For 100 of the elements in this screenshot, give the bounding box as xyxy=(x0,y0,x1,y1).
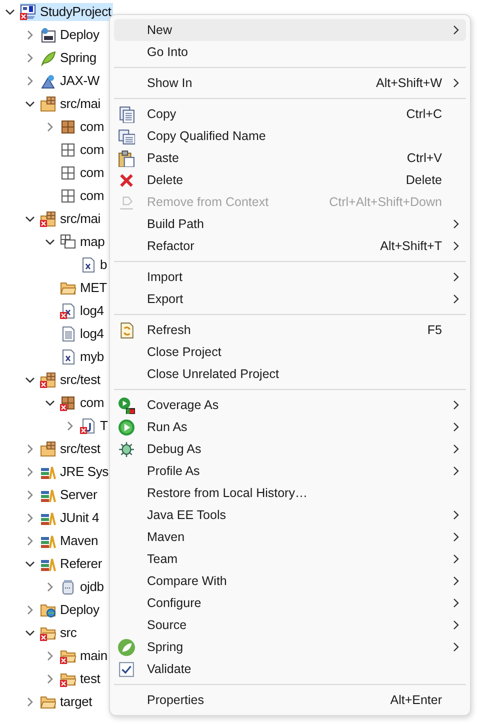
menu-item[interactable]: Configure xyxy=(114,592,466,614)
package-icon xyxy=(60,188,76,204)
tree-item-label[interactable]: log4 xyxy=(80,326,104,341)
tree-item-label[interactable]: T xyxy=(100,418,108,433)
tree-item-label[interactable]: map xyxy=(80,234,105,249)
collapse-chevron-icon[interactable] xyxy=(45,236,55,246)
collapse-chevron-icon[interactable] xyxy=(25,98,35,108)
expand-chevron-icon[interactable] xyxy=(25,444,35,454)
tree-item-label[interactable]: log4 xyxy=(80,303,104,318)
coverage-icon xyxy=(118,396,135,414)
expand-chevron-icon[interactable] xyxy=(65,420,75,430)
shortcut-label: Delete xyxy=(406,173,442,187)
menu-item[interactable]: Source xyxy=(114,614,466,636)
tree-item-label[interactable]: com xyxy=(80,165,104,180)
xml-file-icon xyxy=(60,302,76,318)
expand-chevron-icon[interactable] xyxy=(25,30,35,40)
collapse-chevron-icon[interactable] xyxy=(25,374,35,384)
collapse-chevron-icon[interactable] xyxy=(5,6,15,16)
tree-item-label[interactable]: JRE Sys xyxy=(60,464,108,479)
tree-item-label[interactable]: com xyxy=(80,188,104,203)
expand-chevron-icon[interactable] xyxy=(45,582,55,592)
tree-item-label[interactable]: Referer xyxy=(60,556,102,571)
expand-chevron-icon[interactable] xyxy=(25,52,35,62)
menu-item[interactable]: Spring xyxy=(114,636,466,658)
menu-item[interactable]: Show In Alt+Shift+W xyxy=(114,72,466,94)
tree-item-label[interactable]: Deploy xyxy=(60,602,100,617)
expand-chevron-icon[interactable] xyxy=(45,650,55,660)
folder-icon xyxy=(40,624,56,640)
menu-item[interactable]: Copy Qualified Name xyxy=(114,125,466,147)
menu-item[interactable]: Export xyxy=(114,288,466,310)
tree-item-label[interactable]: src/test xyxy=(60,372,100,387)
tree-item-label[interactable]: Spring xyxy=(60,50,96,65)
expand-chevron-icon[interactable] xyxy=(25,466,35,476)
globe-folder-icon xyxy=(40,602,56,618)
selected-tree-item[interactable]: StudyProject xyxy=(20,2,114,20)
menu-item[interactable]: Maven xyxy=(114,526,466,548)
expand-chevron-icon[interactable] xyxy=(25,490,35,500)
menu-item[interactable]: Close Unrelated Project xyxy=(114,363,466,385)
menu-item[interactable]: Properties Alt+Enter xyxy=(114,689,466,711)
copy-icon xyxy=(118,106,135,122)
tree-item-label[interactable]: com xyxy=(80,119,104,134)
menu-item[interactable]: Refresh F5 xyxy=(114,319,466,341)
collapse-chevron-icon[interactable] xyxy=(45,398,55,408)
collapse-chevron-icon[interactable] xyxy=(25,214,35,224)
tree-item-label[interactable]: com xyxy=(80,395,104,410)
menu-item[interactable]: Refactor Alt+Shift+T xyxy=(114,235,466,257)
tree-item-label[interactable]: main xyxy=(80,648,108,663)
expand-chevron-icon[interactable] xyxy=(45,674,55,684)
menu-item[interactable]: Run As xyxy=(114,416,466,438)
tree-item-label[interactable]: ojdb xyxy=(80,579,104,594)
menu-item[interactable]: Validate xyxy=(114,658,466,680)
tree-item-label[interactable]: src xyxy=(60,625,77,640)
menu-item[interactable]: Close Project xyxy=(114,341,466,363)
menu-item[interactable]: Restore from Local History… xyxy=(114,482,466,504)
run-icon xyxy=(118,418,135,436)
tree-item-label[interactable]: src/mai xyxy=(60,211,100,226)
tree-item-label[interactable]: com xyxy=(80,142,104,157)
tree-item-label[interactable]: JUnit 4 xyxy=(60,510,100,525)
packages-icon xyxy=(60,234,76,250)
spring-leaf-icon xyxy=(118,638,135,656)
menu-item[interactable]: Build Path xyxy=(114,213,466,235)
expand-chevron-icon[interactable] xyxy=(45,122,55,132)
source-folder-icon xyxy=(40,372,56,388)
menu-item[interactable]: Import xyxy=(114,266,466,288)
expand-chevron-icon[interactable] xyxy=(25,536,35,546)
expand-chevron-icon[interactable] xyxy=(25,512,35,522)
menu-item[interactable]: Copy Ctrl+C xyxy=(114,103,466,125)
menu-item[interactable]: Debug As xyxy=(114,438,466,460)
source-folder-icon xyxy=(40,210,56,226)
folder-icon xyxy=(60,670,76,686)
tree-item-label[interactable]: JAX-W xyxy=(60,73,100,88)
menu-item[interactable]: Team xyxy=(114,548,466,570)
tree-item-label[interactable]: Deploy xyxy=(60,27,100,42)
menu-item[interactable]: New xyxy=(114,19,466,41)
tree-item-label[interactable]: test xyxy=(80,671,100,686)
tree-item-label[interactable]: StudyProject xyxy=(40,4,112,19)
folder-icon xyxy=(40,694,56,710)
menu-item[interactable]: Java EE Tools xyxy=(114,504,466,526)
refresh-icon xyxy=(118,322,135,338)
menu-item[interactable]: Go Into xyxy=(114,41,466,63)
source-folder-icon xyxy=(40,440,56,456)
tree-item-label[interactable]: Server xyxy=(60,487,98,502)
web-service-icon xyxy=(40,72,56,88)
menu-item[interactable]: Paste Ctrl+V xyxy=(114,147,466,169)
tree-item-label[interactable]: target xyxy=(60,694,92,709)
menu-item[interactable]: Coverage As xyxy=(114,394,466,416)
tree-item-label[interactable]: src/test xyxy=(60,441,100,456)
tree-item-label[interactable]: Maven xyxy=(60,533,98,548)
collapse-chevron-icon[interactable] xyxy=(25,628,35,638)
tree-item-label[interactable]: src/mai xyxy=(60,96,100,111)
menu-item[interactable]: Profile As xyxy=(114,460,466,482)
tree-item-label[interactable]: MET xyxy=(80,280,107,295)
expand-chevron-icon[interactable] xyxy=(25,76,35,86)
collapse-chevron-icon[interactable] xyxy=(25,558,35,568)
expand-chevron-icon[interactable] xyxy=(25,696,35,706)
tree-item-label[interactable]: b xyxy=(100,257,108,272)
expand-chevron-icon[interactable] xyxy=(25,604,35,614)
menu-item[interactable]: Delete Delete xyxy=(114,169,466,191)
tree-item-label[interactable]: myb xyxy=(80,349,104,364)
menu-item[interactable]: Compare With xyxy=(114,570,466,592)
